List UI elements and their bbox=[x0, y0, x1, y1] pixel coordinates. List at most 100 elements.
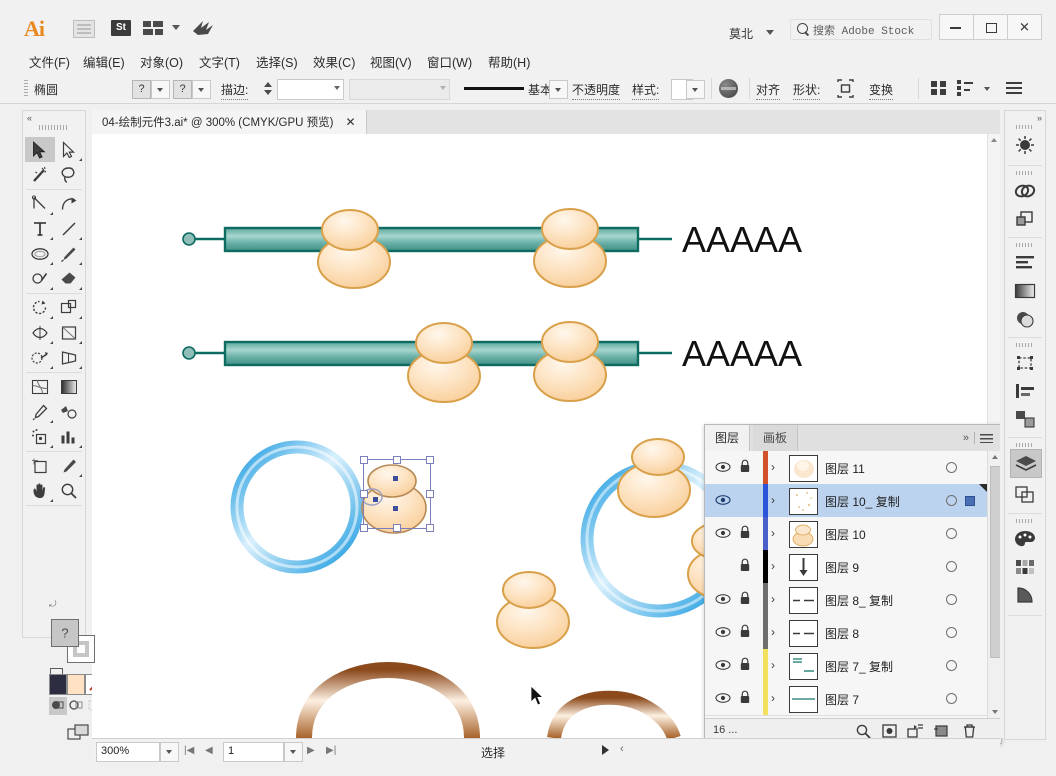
libraries-panel-icon[interactable] bbox=[1010, 177, 1040, 204]
draw-behind-mode[interactable] bbox=[67, 697, 85, 715]
chevron-down-icon[interactable] bbox=[172, 25, 180, 30]
delete-selection-button[interactable] bbox=[961, 723, 978, 739]
align-panel-icon[interactable] bbox=[1010, 249, 1040, 276]
table-row[interactable]: › 图层 9 bbox=[705, 550, 987, 584]
stroke-weight-stepper[interactable] bbox=[263, 79, 274, 98]
bird-flight-icon[interactable] bbox=[192, 19, 214, 37]
gradient-swatch[interactable] bbox=[67, 674, 85, 695]
symbol-sprayer-tool[interactable] bbox=[25, 424, 55, 449]
swatches-panel-icon[interactable] bbox=[1010, 553, 1040, 580]
line-segment-tool[interactable] bbox=[54, 216, 84, 241]
lock-icon[interactable] bbox=[739, 690, 753, 706]
ellipse-tool[interactable] bbox=[25, 241, 55, 266]
create-new-layer-button[interactable] bbox=[933, 723, 950, 739]
panel-expand-chevron-icon[interactable]: » bbox=[963, 432, 969, 444]
target-indicator-icon[interactable] bbox=[946, 693, 957, 704]
gradient-tool[interactable] bbox=[54, 374, 84, 399]
disclosure-chevron-icon[interactable]: › bbox=[771, 493, 775, 507]
lock-icon[interactable] bbox=[739, 558, 753, 574]
mesh-tool[interactable] bbox=[25, 374, 55, 399]
close-button[interactable]: ✕ bbox=[1007, 14, 1042, 40]
menu-effect[interactable]: 效果(C) bbox=[310, 51, 358, 72]
slice-tool[interactable] bbox=[54, 453, 84, 478]
curvature-tool[interactable] bbox=[54, 191, 84, 216]
create-new-sublayer-button[interactable] bbox=[907, 723, 924, 739]
dock-collapse-icon[interactable]: » bbox=[1037, 113, 1042, 123]
distribute-spacing-icon[interactable] bbox=[957, 80, 975, 96]
table-row[interactable]: › 图层 10_ 复制 bbox=[705, 484, 987, 518]
layer-name[interactable]: 图层 10_ 复制 bbox=[825, 493, 900, 510]
paintbrush-tool[interactable] bbox=[54, 241, 84, 266]
maximize-button[interactable] bbox=[973, 14, 1008, 40]
visibility-eye-icon[interactable] bbox=[715, 494, 731, 506]
target-indicator-icon[interactable] bbox=[946, 462, 957, 473]
selection-handle[interactable] bbox=[426, 490, 434, 498]
menu-help[interactable]: 帮助(H) bbox=[485, 51, 533, 72]
magic-wand-tool[interactable] bbox=[25, 162, 55, 187]
color-swatch[interactable] bbox=[49, 674, 67, 695]
zoom-tool[interactable] bbox=[54, 478, 84, 503]
lock-icon[interactable] bbox=[739, 525, 753, 541]
target-indicator-icon[interactable] bbox=[946, 495, 957, 506]
align-label[interactable]: 对齐 bbox=[756, 81, 781, 100]
menu-edit[interactable]: 编辑(E) bbox=[80, 51, 128, 72]
disclosure-chevron-icon[interactable]: › bbox=[771, 658, 775, 672]
gradient-panel-icon[interactable] bbox=[1010, 277, 1040, 304]
selection-handle[interactable] bbox=[360, 490, 368, 498]
menu-select[interactable]: 选择(S) bbox=[253, 51, 301, 72]
anchor-point[interactable] bbox=[393, 476, 398, 481]
visibility-eye-icon[interactable] bbox=[715, 692, 731, 704]
hand-tool[interactable] bbox=[25, 478, 55, 503]
table-row[interactable]: › 图层 10 bbox=[705, 517, 987, 551]
close-icon[interactable]: ✕ bbox=[346, 116, 356, 128]
tools-collapse-icon[interactable]: « bbox=[27, 113, 32, 123]
disclosure-chevron-icon[interactable]: › bbox=[771, 460, 775, 474]
style-label[interactable]: 样式: bbox=[632, 81, 660, 100]
disclosure-chevron-icon[interactable]: › bbox=[771, 526, 775, 540]
minimize-button[interactable] bbox=[939, 14, 974, 40]
transform-panel-icon[interactable] bbox=[1010, 349, 1040, 376]
table-row[interactable]: › 图层 8_ 复制 bbox=[705, 583, 987, 617]
panel-menu-icon[interactable] bbox=[980, 434, 993, 443]
menu-type[interactable]: 文字(T) bbox=[196, 51, 243, 72]
anchor-point[interactable] bbox=[373, 497, 378, 502]
target-indicator-icon[interactable] bbox=[946, 561, 957, 572]
locate-object-button[interactable] bbox=[855, 723, 872, 739]
opacity-label[interactable]: 不透明度 bbox=[572, 81, 621, 100]
menu-window[interactable]: 窗口(W) bbox=[424, 51, 475, 72]
prev-artboard-button[interactable]: ◀ bbox=[205, 745, 213, 756]
control-bar-menu-icon[interactable] bbox=[1006, 82, 1022, 94]
layer-name[interactable]: 图层 7 bbox=[825, 691, 859, 708]
menu-object[interactable]: 对象(O) bbox=[137, 51, 186, 72]
rotate-tool[interactable] bbox=[25, 295, 55, 320]
menu-file[interactable]: 文件(F) bbox=[26, 51, 73, 72]
screen-mode-icon[interactable] bbox=[67, 724, 91, 742]
artboards-panel-icon[interactable] bbox=[1010, 481, 1040, 508]
visibility-eye-icon[interactable] bbox=[715, 527, 731, 539]
tab-artboards[interactable]: 画板 bbox=[753, 425, 799, 451]
eraser-tool[interactable] bbox=[54, 266, 84, 291]
fill-color-button[interactable]: ? bbox=[132, 80, 151, 99]
lock-icon[interactable] bbox=[739, 459, 753, 475]
tools-grip[interactable] bbox=[39, 125, 69, 130]
lock-icon[interactable] bbox=[739, 657, 753, 673]
selection-handle[interactable] bbox=[393, 456, 401, 464]
artboard-tool[interactable] bbox=[25, 453, 55, 478]
align-distribute-icon[interactable] bbox=[931, 81, 947, 96]
disclosure-chevron-icon[interactable]: › bbox=[771, 559, 775, 573]
column-graph-tool[interactable] bbox=[54, 424, 84, 449]
target-indicator-icon[interactable] bbox=[946, 528, 957, 539]
blend-tool[interactable] bbox=[54, 399, 84, 424]
symbols-panel-icon[interactable] bbox=[1010, 405, 1040, 432]
layer-name[interactable]: 图层 9 bbox=[825, 559, 859, 576]
pathfinder-panel-icon[interactable] bbox=[1010, 205, 1040, 232]
properties-panel-icon[interactable] bbox=[1010, 131, 1040, 158]
tab-layers[interactable]: 图层 bbox=[705, 425, 751, 451]
selection-handle[interactable] bbox=[360, 456, 368, 464]
free-transform-tool[interactable] bbox=[54, 320, 84, 345]
visibility-eye-icon[interactable] bbox=[715, 461, 731, 473]
make-clipping-mask-button[interactable] bbox=[881, 723, 898, 739]
stroke-panel-icon[interactable] bbox=[1010, 377, 1040, 404]
control-bar-grip[interactable] bbox=[24, 80, 28, 96]
direct-selection-tool[interactable] bbox=[54, 137, 84, 162]
